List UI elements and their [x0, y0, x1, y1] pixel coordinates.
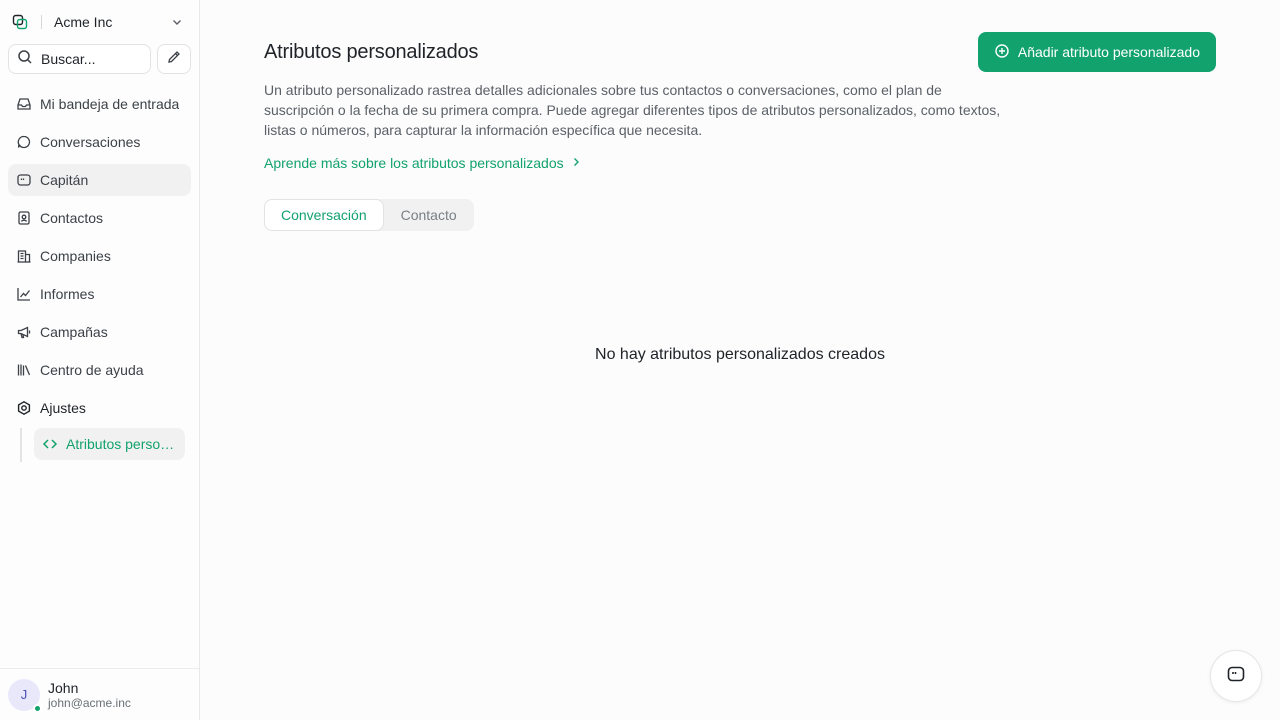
sidebar-item-label: Mi bandeja de entrada	[40, 96, 180, 112]
sidebar-item-label: Companies	[40, 248, 111, 264]
add-custom-attribute-button[interactable]: Añadir atributo personalizado	[977, 32, 1216, 72]
sidebar-item-settings[interactable]: Ajustes	[8, 392, 191, 424]
search-icon	[17, 49, 33, 70]
building-icon	[16, 248, 32, 264]
search-box[interactable]	[8, 44, 151, 74]
inbox-icon	[16, 96, 32, 112]
sidebar-item-inbox[interactable]: Mi bandeja de entrada	[8, 88, 191, 120]
main-content: Atributos personalizados Añadir atributo…	[200, 0, 1280, 720]
online-status-dot	[33, 703, 42, 713]
empty-state-message: No hay atributos personalizados creados	[595, 346, 885, 363]
add-button-label: Añadir atributo personalizado	[1017, 44, 1200, 60]
sidebar-item-label: Ajustes	[40, 400, 86, 416]
sidebar-item-companies[interactable]: Companies	[8, 240, 191, 272]
sidebar-item-reports[interactable]: Informes	[8, 278, 191, 310]
sidebar-item-contacts[interactable]: Contactos	[8, 202, 191, 234]
sidebar-item-label: Informes	[40, 286, 95, 302]
learn-more-label: Aprende más sobre los atributos personal…	[264, 155, 564, 171]
sidebar-nav: Mi bandeja de entrada Conversaciones Cap…	[0, 88, 199, 462]
profile-info: John john@acme.inc	[48, 680, 131, 710]
sidebar-item-label: Centro de ayuda	[40, 362, 144, 378]
page-description: Un atributo personalizado rastrea detall…	[264, 82, 1001, 138]
megaphone-icon	[16, 324, 32, 340]
bot-icon	[16, 172, 32, 188]
chat-bubble-icon	[16, 134, 32, 150]
avatar: J	[8, 678, 42, 713]
workspace-divider	[41, 15, 42, 29]
avatar-initial: J	[20, 687, 28, 702]
sidebar-item-label: Contactos	[40, 210, 104, 226]
sidebar-item-captain[interactable]: Capitán	[8, 164, 191, 196]
plus-circle-icon	[994, 43, 1010, 62]
bot-icon	[1226, 664, 1246, 689]
page-title: Atributos personalizados	[264, 41, 479, 63]
sidebar-item-help-center[interactable]: Centro de ayuda	[8, 354, 191, 386]
chatwoot-logo-icon	[12, 14, 28, 30]
gear-icon	[16, 400, 32, 416]
sidebar-item-conversations[interactable]: Conversaciones	[8, 126, 191, 158]
learn-more-link[interactable]: Aprende más sobre los atributos personal…	[264, 155, 582, 171]
compose-button[interactable]	[157, 44, 191, 74]
pencil-icon	[166, 49, 182, 70]
sidebar-subitem-label: Atributos personalizados	[66, 436, 177, 452]
line-chart-icon	[16, 286, 32, 302]
app-root: Acme Inc Mi band	[0, 0, 1280, 720]
sidebar-item-label: Capitán	[40, 172, 89, 188]
tab-conversation[interactable]: Conversación	[264, 199, 384, 231]
chat-widget-button[interactable]	[1210, 650, 1262, 702]
search-input[interactable]	[41, 51, 141, 67]
sidebar-item-campaigns[interactable]: Campañas	[8, 316, 191, 348]
chevron-down-icon[interactable]	[169, 14, 185, 30]
sidebar-item-label: Conversaciones	[40, 134, 141, 150]
search-row	[0, 44, 199, 74]
sidebar: Acme Inc Mi band	[0, 0, 200, 720]
user-profile[interactable]: J John john@acme.inc	[0, 668, 199, 720]
chevron-right-icon	[570, 155, 582, 171]
code-icon	[42, 436, 58, 452]
workspace-name: Acme Inc	[54, 14, 113, 30]
workspace-switcher[interactable]: Acme Inc	[0, 0, 199, 44]
profile-email: john@acme.inc	[48, 695, 131, 710]
library-icon	[16, 362, 32, 378]
settings-subnav: Atributos personalizados	[20, 428, 191, 462]
page-header: Atributos personalizados Añadir atributo…	[264, 32, 1216, 72]
profile-name: John	[48, 679, 79, 696]
attribute-type-tabs: Conversación Contacto	[264, 199, 474, 231]
tab-contact[interactable]: Contacto	[384, 199, 474, 231]
sidebar-item-label: Campañas	[40, 324, 108, 340]
sidebar-subitem-custom-attributes[interactable]: Atributos personalizados	[34, 428, 185, 460]
contact-card-icon	[16, 210, 32, 226]
